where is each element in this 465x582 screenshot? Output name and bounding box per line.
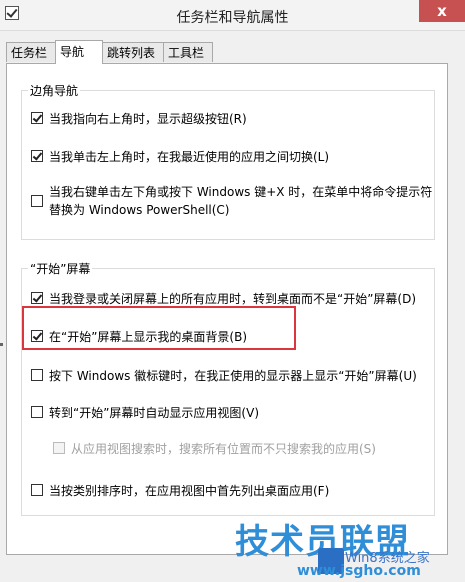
window-title: 任务栏和导航属性 bbox=[176, 10, 289, 26]
checkbox-search-everywhere bbox=[53, 442, 65, 454]
watermark-url: www.jsgho.com bbox=[297, 563, 421, 579]
option-label: 从应用视图搜索时，搜索所有位置而不只搜索我的应用(S) bbox=[71, 442, 376, 456]
option-label: 当我指向右上角时，显示超级按钮(R) bbox=[49, 112, 247, 126]
tab-jumplists[interactable]: 跳转列表 bbox=[102, 42, 164, 62]
group-label-corner: 边角导航 bbox=[28, 82, 81, 99]
option-label: 转到“开始”屏幕时自动显示应用视图(V) bbox=[49, 406, 260, 420]
option-label: 当按类别排序时，在应用视图中首先列出桌面应用(F) bbox=[49, 484, 330, 498]
close-button[interactable]: x bbox=[419, 0, 465, 22]
highlight-annotation-box bbox=[22, 306, 296, 350]
tab-navigation[interactable]: 导航 bbox=[55, 40, 103, 64]
checkbox-list-desktop-apps-first[interactable] bbox=[31, 484, 43, 496]
option-label-line2: 替换为 Windows PowerShell(C) bbox=[49, 203, 230, 217]
checkbox-switch-apps[interactable] bbox=[31, 150, 43, 162]
checkbox-start-on-current-display[interactable] bbox=[31, 369, 43, 381]
checkbox-go-to-desktop[interactable] bbox=[31, 292, 43, 304]
checkbox-show-apps-view[interactable] bbox=[31, 406, 43, 418]
edge-mark bbox=[0, 343, 3, 346]
option-label: 当我单击左上角时，在我最近使用的应用之间切换(L) bbox=[49, 150, 330, 164]
group-label-start: “开始”屏幕 bbox=[28, 260, 93, 277]
option-label-line1: 当我右键单击左下角或按下 Windows 键+X 时，在菜单中将命令提示符 bbox=[49, 185, 433, 199]
option-label: 按下 Windows 徽标键时，在我正使用的显示器上显示“开始”屏幕(U) bbox=[49, 369, 417, 383]
title-bar: 任务栏和导航属性 x bbox=[0, 0, 465, 31]
tab-toolbars[interactable]: 工具栏 bbox=[163, 42, 213, 62]
checkbox-replace-powershell[interactable] bbox=[31, 195, 43, 207]
tab-taskbar[interactable]: 任务栏 bbox=[6, 42, 56, 62]
checkbox-show-charms[interactable] bbox=[31, 112, 43, 124]
